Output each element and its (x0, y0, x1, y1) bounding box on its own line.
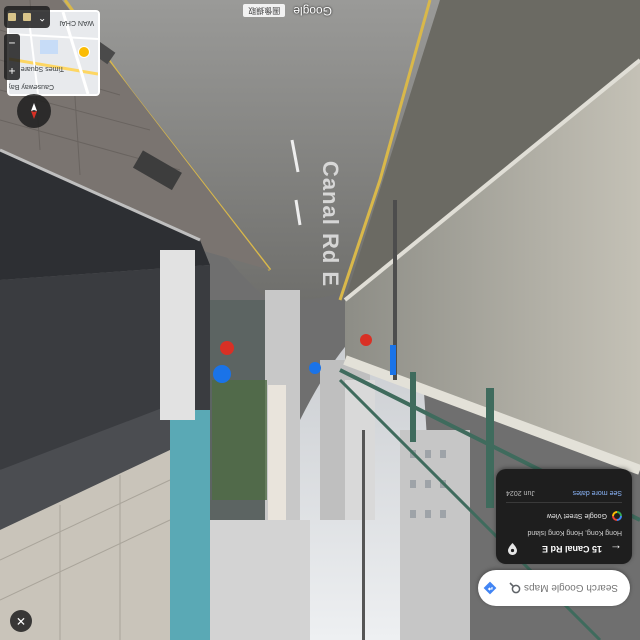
close-icon[interactable]: ✕ (10, 610, 32, 632)
place-card-header: ← 15 Canal Rd E (506, 542, 622, 556)
compass-icon[interactable] (17, 94, 51, 128)
street-view-source: Google Street View (506, 511, 622, 521)
expand-button[interactable]: ⌃ (38, 12, 46, 23)
search-input[interactable] (521, 581, 620, 595)
google-wordmark: Google (293, 4, 332, 18)
location-pin-icon[interactable] (506, 542, 520, 556)
zoom-in-button[interactable]: + (9, 64, 16, 78)
search-icon[interactable] (509, 580, 521, 596)
divider (506, 502, 622, 503)
zoom-out-button[interactable]: − (9, 36, 16, 50)
google-logo-icon (612, 511, 622, 521)
minimap-label: Times Square (20, 65, 64, 72)
image-capture-label[interactable]: 圖像擷取 (243, 4, 286, 18)
search-bar[interactable] (478, 570, 630, 606)
place-address: Hong Kong, Hong Kong Island (527, 529, 622, 536)
source-label: Google Street View (546, 512, 607, 520)
zoom-control: + − (4, 34, 20, 80)
directions-icon[interactable] (483, 580, 497, 596)
place-card: ← 15 Canal Rd E Hong Kong, Hong Kong Isl… (496, 469, 632, 564)
minimap-label: Causeway Bay (7, 83, 54, 90)
layers-control[interactable]: ⌃ (4, 6, 50, 28)
minimap-location-pin-icon (78, 46, 90, 58)
thumbnail-icon (7, 13, 16, 21)
minimap-label: WAN CHAI (59, 19, 94, 26)
see-more-dates-link[interactable]: See more dates (573, 489, 622, 496)
attribution: Google 圖像擷取 (243, 4, 332, 18)
place-card-footer: See more dates Jun 2024 (506, 489, 622, 496)
back-arrow-icon[interactable]: ← (608, 542, 622, 556)
street-view-stage[interactable]: Canal Rd E ← 15 Canal Rd E Hong Kong, Ho… (0, 0, 640, 640)
thumbnail-icon (22, 13, 31, 21)
ui-overlay: ← 15 Canal Rd E Hong Kong, Hong Kong Isl… (0, 0, 640, 640)
capture-date: Jun 2024 (506, 489, 535, 496)
place-title: 15 Canal Rd E (541, 544, 602, 554)
